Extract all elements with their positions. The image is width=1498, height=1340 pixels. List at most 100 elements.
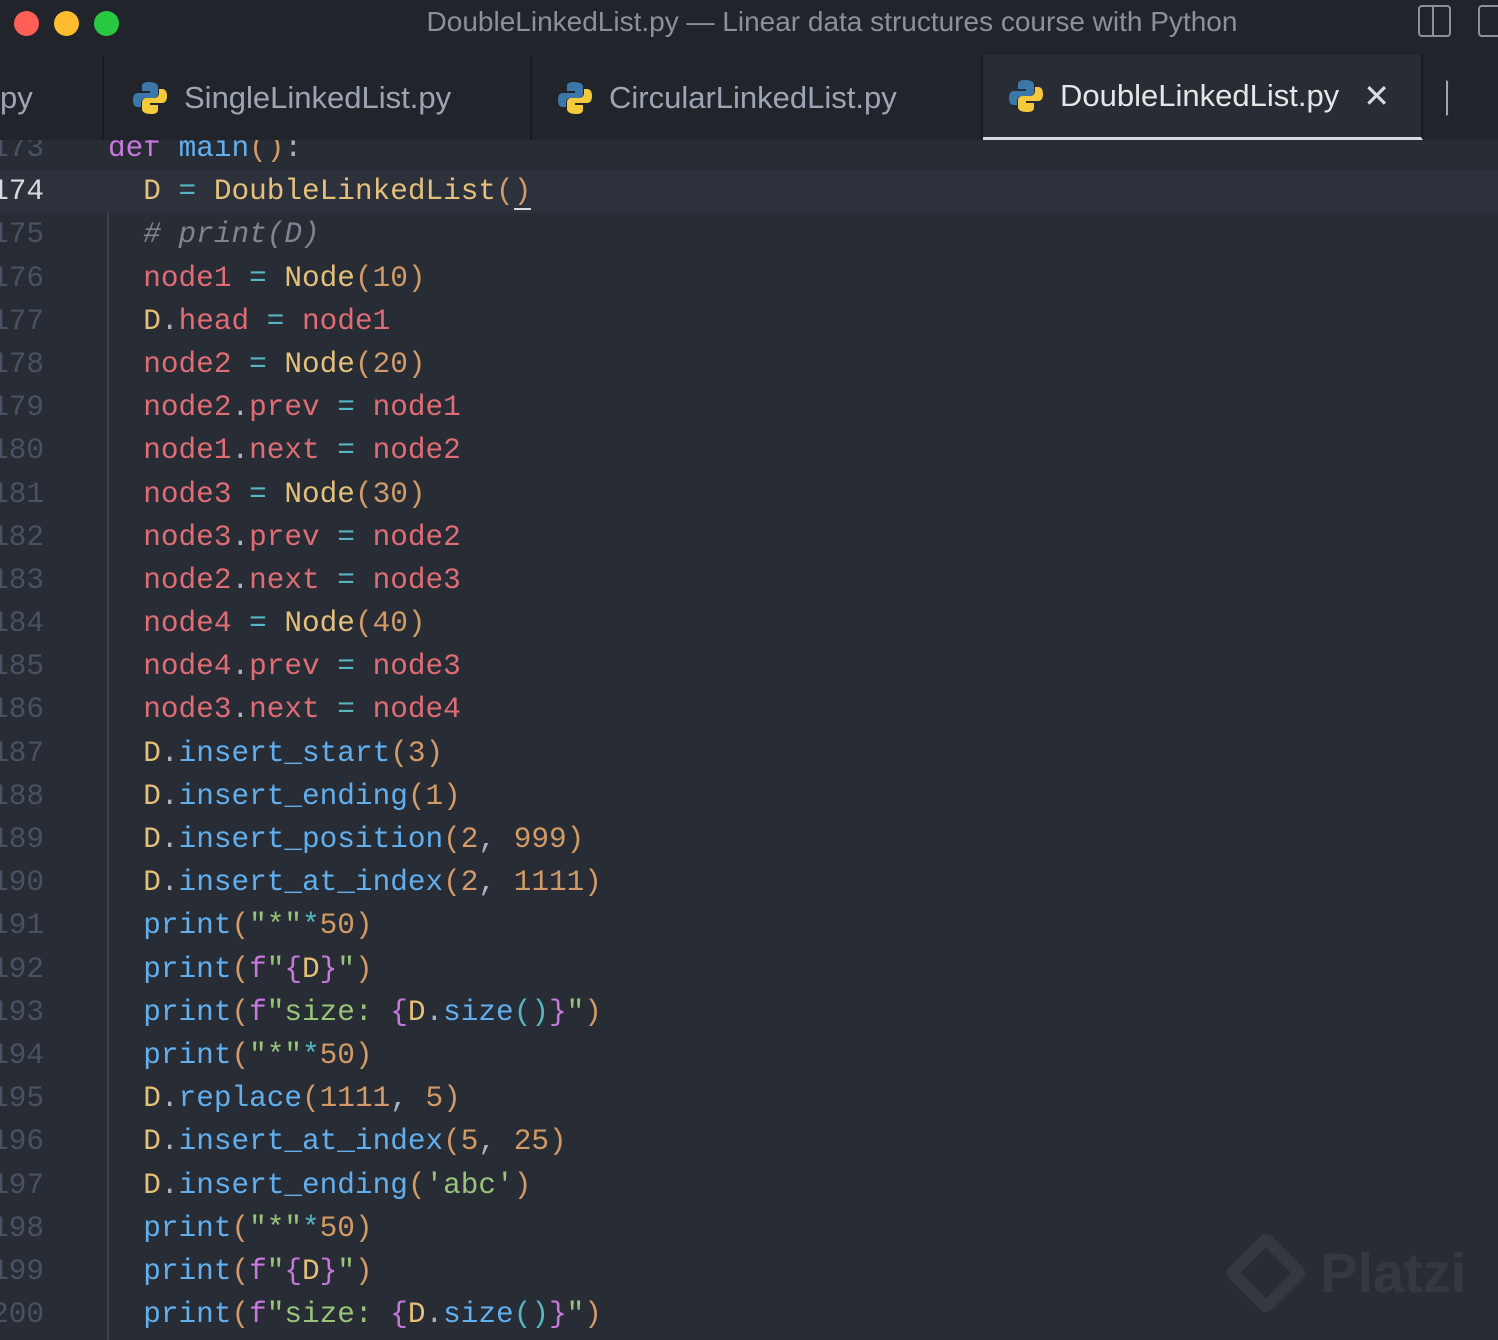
- code-token: node3: [108, 520, 232, 554]
- code-token: (: [354, 347, 373, 381]
- code-token: node3: [372, 563, 461, 597]
- line-number: 175: [0, 218, 44, 252]
- code-text: print(f"{D}"): [108, 948, 373, 991]
- code-line[interactable]: 186 node3.next = node4: [0, 688, 1498, 731]
- code-token: print: [108, 909, 232, 943]
- code-token: node4: [372, 693, 461, 727]
- code-token: }: [548, 1298, 567, 1332]
- tab-circular-linked-list[interactable]: CircularLinkedList.py: [532, 55, 983, 140]
- code-token: node2: [108, 563, 232, 597]
- run-icon[interactable]: [1446, 80, 1470, 112]
- code-token: ): [584, 866, 602, 900]
- code-token: D: [108, 1082, 161, 1116]
- code-text: def main():: [108, 140, 302, 170]
- tab-single-linked-list[interactable]: SingleLinkedList.py: [104, 55, 532, 140]
- code-line[interactable]: 185 node4.prev = node3: [0, 645, 1498, 688]
- code-line[interactable]: 188 D.insert_ending(1): [0, 775, 1498, 818]
- code-line[interactable]: 175 # print(D): [0, 213, 1498, 256]
- code-line[interactable]: 184 node4 = Node(40): [0, 602, 1498, 645]
- code-token: (: [231, 995, 250, 1029]
- code-token: ): [354, 952, 373, 986]
- code-lines: 173def main():174 D = DoubleLinkedList()…: [0, 140, 1498, 1336]
- code-token: =: [231, 347, 285, 381]
- line-number: 179: [0, 391, 44, 425]
- code-token: .: [160, 304, 179, 338]
- code-line[interactable]: 196 D.insert_at_index(5, 25): [0, 1120, 1498, 1163]
- tab-double-linked-list[interactable]: DoubleLinkedList.py ✕: [983, 55, 1423, 140]
- code-line[interactable]: 183 node2.next = node3: [0, 559, 1498, 602]
- code-token: node1: [302, 304, 391, 338]
- code-line[interactable]: 182 node3.prev = node2: [0, 516, 1498, 559]
- code-token: f: [249, 995, 267, 1029]
- code-token: size: [443, 1298, 514, 1332]
- code-line[interactable]: 190 D.insert_at_index(2, 1111): [0, 861, 1498, 904]
- code-line[interactable]: 176 node1 = Node(10): [0, 257, 1498, 300]
- code-token: ,: [478, 866, 514, 900]
- code-token: {: [390, 995, 408, 1029]
- python-icon: [558, 81, 592, 114]
- code-token: =: [319, 563, 373, 597]
- code-line[interactable]: 178 node2 = Node(20): [0, 343, 1498, 386]
- code-text: D.head = node1: [108, 300, 390, 343]
- code-line[interactable]: 194 print("*"*50): [0, 1034, 1498, 1077]
- close-tab-icon[interactable]: ✕: [1363, 77, 1390, 115]
- code-line[interactable]: 173 def main():: [0, 140, 1498, 170]
- code-line[interactable]: 181 node3 = Node(30): [0, 473, 1498, 516]
- code-token: =: [319, 391, 373, 425]
- code-text: print(f"{D}"): [108, 1250, 372, 1293]
- code-line[interactable]: 179 node2.prev = node1: [0, 386, 1498, 429]
- line-number: 186: [0, 693, 44, 727]
- code-token: # print(D): [108, 218, 320, 252]
- code-token: .: [231, 520, 250, 554]
- code-line[interactable]: 191 print("*"*50): [0, 904, 1498, 947]
- code-token: .: [231, 563, 250, 597]
- code-token: node3: [108, 693, 232, 727]
- code-token: .: [425, 995, 444, 1029]
- code-line[interactable]: 193 print(f"size: {D.size()}"): [0, 991, 1498, 1034]
- code-token: }: [319, 952, 338, 986]
- code-token: print: [108, 1298, 232, 1332]
- code-token: ): [407, 347, 426, 381]
- code-line[interactable]: 197 D.insert_ending('abc'): [0, 1164, 1498, 1207]
- code-token: .: [160, 1082, 179, 1116]
- code-token: 25: [513, 1125, 549, 1159]
- code-token: ": [337, 1254, 355, 1288]
- code-token: (: [354, 477, 373, 511]
- code-token: prev: [249, 650, 320, 684]
- code-line[interactable]: 180 node1.next = node2: [0, 429, 1498, 472]
- code-token: DoubleLinkedList: [213, 175, 497, 209]
- code-line[interactable]: 189 D.insert_position(2, 999): [0, 818, 1498, 861]
- line-number: 187: [0, 736, 44, 770]
- code-token: node3: [108, 477, 232, 511]
- window-title: DoubleLinkedList.py — Linear data struct…: [426, 6, 1238, 37]
- code-line[interactable]: 174 D = DoubleLinkedList(): [0, 170, 1498, 214]
- line-number: 176: [0, 261, 44, 295]
- code-line[interactable]: 195 D.replace(1111, 5): [0, 1077, 1498, 1120]
- code-editor[interactable]: 173def main():174 D = DoubleLinkedList()…: [0, 140, 1498, 1340]
- line-number: 197: [0, 1168, 44, 1202]
- code-token: 20: [372, 347, 408, 381]
- line-number: 200: [0, 1298, 44, 1332]
- line-number: 174: [0, 175, 44, 209]
- code-token: prev: [249, 391, 320, 425]
- code-token: ): [513, 1168, 532, 1202]
- code-line[interactable]: 192 print(f"{D}"): [0, 948, 1498, 991]
- code-token: .: [425, 1298, 444, 1332]
- code-text: node3.prev = node2: [108, 516, 461, 559]
- split-layout-icon[interactable]: [1418, 5, 1451, 37]
- code-token: 2: [460, 823, 479, 856]
- code-line[interactable]: 177 D.head = node1: [0, 300, 1498, 343]
- code-token: size: [443, 995, 514, 1029]
- code-token: D: [302, 1254, 320, 1288]
- code-token: ): [443, 1082, 461, 1116]
- code-token: 5: [460, 1125, 479, 1159]
- code-token: ): [407, 607, 426, 641]
- code-token: next: [249, 693, 320, 727]
- panel-layout-icon[interactable]: [1478, 5, 1498, 37]
- code-token: 40: [372, 607, 408, 641]
- code-text: # print(D): [108, 213, 320, 256]
- code-line[interactable]: 187 D.insert_start(3): [0, 732, 1498, 775]
- code-token: 'abc': [425, 1168, 514, 1202]
- code-text: D.insert_at_index(2, 1111): [108, 861, 602, 904]
- tab-partial[interactable]: py: [0, 55, 104, 140]
